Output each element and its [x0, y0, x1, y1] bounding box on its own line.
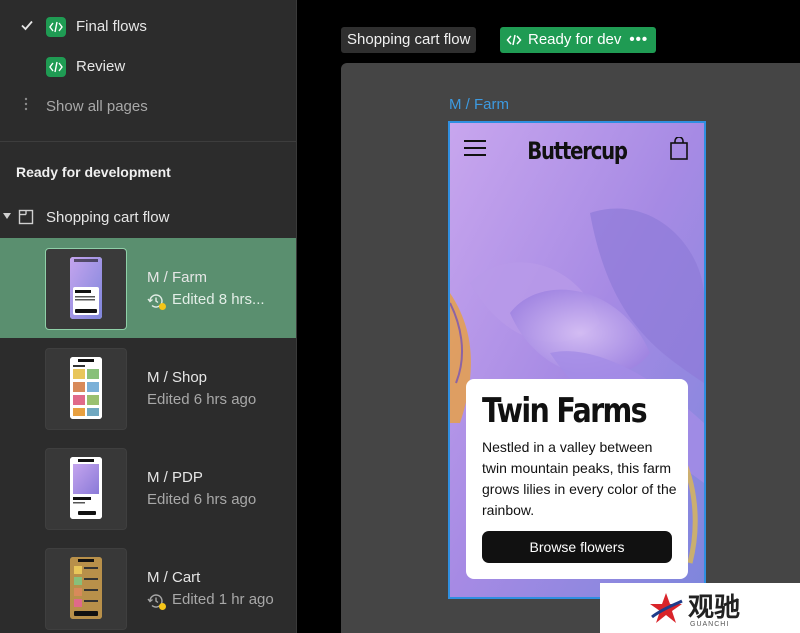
frame-thumbnail: [45, 548, 127, 630]
farm-info-card: Twin Farms Nestled in a valley between t…: [466, 379, 688, 579]
watermark-text: 观驰: [688, 592, 741, 622]
thumbnail-preview: [70, 357, 102, 419]
checkmark-icon: [20, 18, 34, 34]
shopping-bag-icon[interactable]: [669, 136, 689, 161]
sidebar-divider: [0, 141, 296, 142]
star-logo-icon: [648, 591, 684, 625]
update-dot: [159, 603, 166, 610]
frame-name-tag[interactable]: M / Farm: [449, 96, 509, 113]
watermark: 观驰 GUANCHI: [600, 583, 800, 633]
frame-edited-time: Edited 8 hrs...: [172, 291, 265, 308]
section-board[interactable]: M / Farm Buttercup Twin Farms Nestled in…: [341, 63, 800, 633]
thumbnail-preview: [70, 557, 102, 619]
frame-item-m-shop[interactable]: M / Shop Edited 6 hrs ago: [0, 338, 296, 438]
dev-code-icon: [506, 34, 522, 46]
ready-for-dev-tag[interactable]: Ready for dev •••: [500, 27, 657, 53]
brand-logo: Buttercup: [527, 137, 628, 165]
history-icon: [147, 592, 166, 610]
caret-down-icon[interactable]: [3, 213, 11, 219]
page-item-review[interactable]: Review: [0, 49, 296, 85]
flow-label: Shopping cart flow: [46, 209, 170, 226]
frame-thumbnail: [45, 248, 127, 330]
mobile-frame-farm[interactable]: Buttercup Twin Farms Nestled in a valley…: [448, 121, 706, 599]
frame-thumbnail: [45, 448, 127, 530]
page-item-final-flows[interactable]: Final flows: [0, 9, 296, 45]
page-item-label: Review: [76, 58, 126, 75]
thumbnail-preview: [70, 257, 102, 319]
design-canvas[interactable]: Shopping cart flow Ready for dev ••• M /…: [298, 0, 800, 633]
card-title: Twin Farms: [482, 391, 648, 431]
flow-item-shopping-cart[interactable]: Shopping cart flow: [0, 205, 296, 233]
more-options-icon[interactable]: •••: [629, 27, 648, 53]
frame-edited-time: Edited 6 hrs ago: [147, 391, 257, 408]
section-title: Ready for development: [16, 164, 171, 180]
frame-item-m-pdp[interactable]: M / PDP Edited 6 hrs ago: [0, 438, 296, 538]
page-item-label: Final flows: [76, 18, 147, 35]
frame-item-m-cart[interactable]: M / Cart Edited 1 hr ago: [0, 538, 296, 633]
browse-flowers-button[interactable]: Browse flowers: [482, 531, 672, 563]
status-label: Ready for dev: [528, 31, 622, 48]
watermark-subtext: GUANCHI: [690, 621, 730, 628]
card-description: Nestled in a valley between twin mountai…: [482, 439, 677, 518]
flow-frame-icon: [18, 209, 34, 225]
show-all-pages-button[interactable]: Show all pages: [0, 89, 296, 125]
frame-name: M / Shop: [147, 369, 208, 386]
thumbnail-preview: [70, 457, 102, 519]
pages-sidebar: Final flows Review Show all pages Ready …: [0, 0, 297, 633]
frame-name: M / Farm: [147, 269, 207, 286]
dev-code-icon: [46, 17, 66, 37]
history-icon: [147, 292, 166, 310]
frame-item-m-farm[interactable]: M / Farm Edited 8 hrs...: [0, 238, 296, 338]
show-all-pages-label: Show all pages: [46, 98, 148, 115]
frame-name: M / PDP: [147, 469, 203, 486]
vertical-dots-icon: [22, 97, 30, 111]
frame-name: M / Cart: [147, 569, 201, 586]
frame-thumbnail: [45, 348, 127, 430]
dev-code-icon: [46, 57, 66, 77]
phone-header: Buttercup: [450, 123, 704, 183]
update-dot: [159, 303, 166, 310]
frame-edited-time: Edited 1 hr ago: [172, 591, 274, 608]
flow-tag[interactable]: Shopping cart flow: [341, 27, 477, 53]
frame-edited-time: Edited 6 hrs ago: [147, 491, 257, 508]
